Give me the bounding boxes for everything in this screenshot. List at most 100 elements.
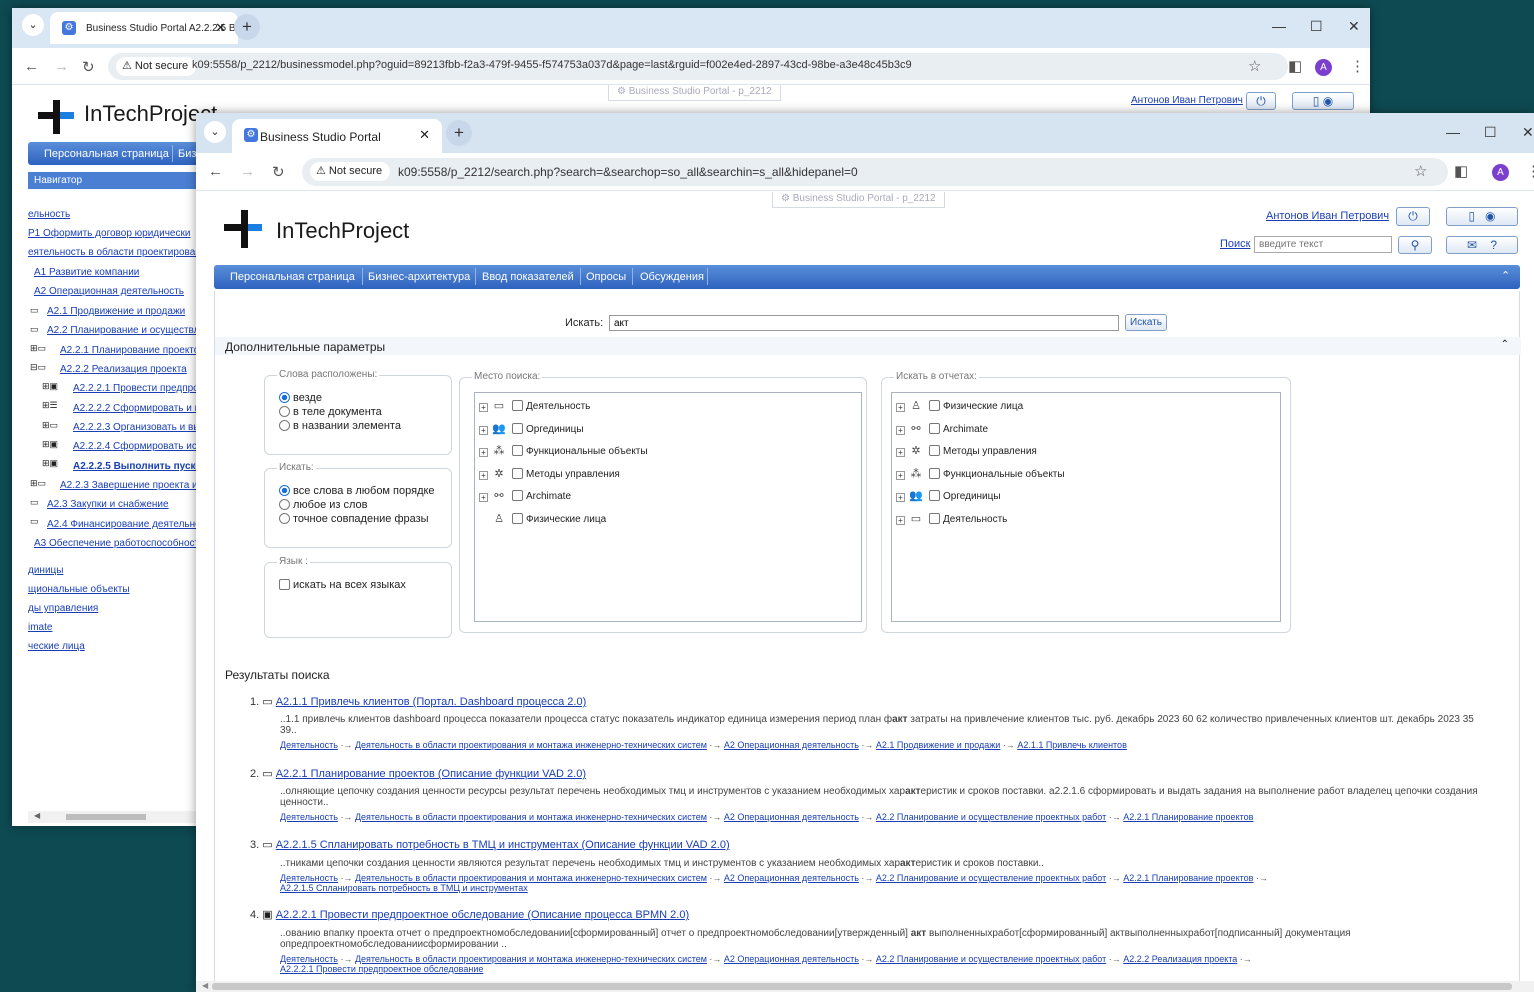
radio-exact-phrase[interactable]: точное совпадение фразы [279,513,429,525]
search-submit-button[interactable]: Искать [1125,314,1167,331]
search-link[interactable]: Поиск [1220,238,1250,250]
checkbox-icon[interactable] [929,468,940,479]
collapse-menu-icon[interactable]: ⌃ [1501,269,1510,282]
report-item-activity[interactable]: + ▭ Деятельность [896,512,1007,525]
tree-item[interactable]: А2.2.3 Завершение проекта и [60,480,198,491]
forward-arrow-icon[interactable]: → [54,58,69,75]
menu-surveys[interactable]: Опросы [586,271,626,283]
checkbox-icon[interactable] [512,445,523,456]
mobile-view-button[interactable]: ▯ ◉ [1446,207,1518,226]
location-item-archimate[interactable]: + ⚯ Archimate [479,489,571,502]
all-languages-checkbox[interactable]: искать на всех языках [279,579,406,591]
breadcrumb-link[interactable]: А2.2.2 Реализация проекта [1123,954,1237,964]
tree-item[interactable]: А2.3 Закупки и снабжение [47,499,169,510]
not-secure-badge[interactable]: ⚠ Not secure [116,57,197,76]
expand-icon[interactable]: + [479,426,488,435]
tree-item[interactable]: Р1 Оформить договор юридически [28,228,190,239]
mail-button[interactable]: ✉ ? [1446,236,1518,254]
checkbox-icon[interactable] [929,513,940,524]
back-logout-button[interactable]: ⏻ [1246,92,1276,110]
location-item-functional-objects[interactable]: + ⁂ Функциональные объекты [479,444,648,457]
checkbox-icon[interactable] [512,423,523,434]
checkbox-icon[interactable] [279,579,290,590]
menu-indicators-input[interactable]: Ввод показателей [482,271,574,283]
tree-item[interactable]: А2.2.1 Планирование проекто [60,345,199,356]
checkbox-icon[interactable] [512,490,523,501]
scroll-left-icon[interactable]: ◀ [202,981,208,990]
breadcrumb-link[interactable]: А2.1.1 Привлечь клиентов [1017,740,1127,750]
tree-item[interactable]: А2.1 Продвижение и продажи [47,306,185,317]
checkbox-icon[interactable] [929,445,940,456]
breadcrumb-link[interactable]: А2.2.2.1 Провести предпроектное обследов… [280,964,483,974]
expand-icon[interactable]: + [896,516,905,525]
minimize-icon[interactable]: — [1272,18,1286,34]
back-user-link[interactable]: Антонов Иван Петрович [1131,95,1243,106]
breadcrumb-link[interactable]: А2 Операционная деятельность [724,740,859,750]
minimize-icon[interactable]: — [1446,124,1460,140]
expand-icon[interactable]: + [896,426,905,435]
radio-icon[interactable] [279,499,290,510]
breadcrumb-link[interactable]: А2.2.1 Планирование проектов [1123,873,1253,883]
location-item-management-methods[interactable]: + ✲ Методы управления [479,467,620,480]
back-address-bar[interactable]: ⚠ Not secure k09:5558/p_2212/businessmod… [108,53,1288,80]
radio-document-body[interactable]: в теле документа [279,406,382,418]
tree-item[interactable]: А2 Операционная деятельность [34,286,184,297]
tree-item[interactable]: ды управления [28,603,98,614]
scroll-thumb[interactable] [66,814,146,820]
breadcrumb-link[interactable]: А2.2.1.5 Спланировать потребность в ТМЦ … [280,883,528,893]
report-item-archimate[interactable]: + ⚯ Archimate [896,422,988,435]
new-tab-button[interactable]: + [234,14,260,40]
collapse-icon[interactable]: ⊟▭ [30,362,46,373]
radio-selected-icon[interactable] [279,392,290,403]
tree-item[interactable]: А2.2.2.2 Сформировать и п [73,403,200,414]
location-item-persons[interactable]: ♙ Физические лица [479,512,606,525]
front-tab[interactable]: ⚙ Business Studio Portal ✕ [232,119,442,153]
radio-icon[interactable] [279,420,290,431]
search-query-input[interactable] [609,315,1119,331]
tree-item[interactable]: А2.2.2.1 Провести предпро [73,383,199,394]
menu-kebab-icon[interactable]: ⋮ [1526,162,1534,180]
scroll-left-icon[interactable]: ◀ [34,811,40,820]
back-arrow-icon[interactable]: ← [24,58,39,75]
breadcrumb-link[interactable]: Деятельность в области проектирования и … [355,954,707,964]
breadcrumb-link[interactable]: А2 Операционная деятельность [724,873,859,883]
advanced-params-header[interactable]: Дополнительные параметры ⌃ [215,337,1521,355]
tree-item[interactable]: А3 Обеспечение работоспособност [34,538,199,549]
breadcrumb-link[interactable]: Деятельность [280,954,338,964]
expand-icon[interactable]: + [479,448,488,457]
breadcrumb-link[interactable]: А2 Операционная деятельность [724,812,859,822]
breadcrumb-link[interactable]: А2.2 Планирование и осуществление проект… [876,812,1106,822]
expand-icon[interactable]: + [479,403,488,412]
radio-all-words[interactable]: все слова в любом порядке [279,485,435,497]
report-item-management-methods[interactable]: + ✲ Методы управления [896,444,1037,457]
header-search-input[interactable] [1254,236,1392,253]
tab-search-button[interactable]: ⌄ [204,121,226,143]
expand-icon[interactable]: + [479,493,488,502]
back-horizontal-scrollbar[interactable]: ◀ [28,811,212,823]
forward-arrow-icon[interactable]: → [240,163,255,180]
maximize-icon[interactable]: ☐ [1310,18,1323,35]
checkbox-icon[interactable] [512,468,523,479]
breadcrumb-link[interactable]: А2.2 Планирование и осуществление проект… [876,954,1106,964]
breadcrumb-link[interactable]: Деятельность [280,812,338,822]
report-item-org-units[interactable]: + 👥 Оргединицы [896,489,1001,502]
logout-button[interactable]: ⏻ [1396,207,1430,226]
tree-item[interactable]: диницы [28,565,63,576]
expand-icon[interactable]: ⊞▭ [30,478,46,489]
result-title-link[interactable]: А2.2.2.1 Провести предпроектное обследов… [276,909,689,921]
not-secure-badge[interactable]: ⚠ Not secure [310,162,391,181]
profile-avatar[interactable]: A [1492,164,1509,181]
expand-icon[interactable]: ⊞▭ [30,343,46,354]
checkbox-icon[interactable] [929,490,940,501]
menu-personal-page[interactable]: Персональная страница [230,271,355,283]
breadcrumb-link[interactable]: Деятельность [280,873,338,883]
location-item-org-units[interactable]: + 👥 Оргединицы [479,422,584,435]
side-panel-icon[interactable]: ◧ [1288,57,1302,75]
result-title-link[interactable]: А2.2.1 Планирование проектов (Описание ф… [276,768,586,780]
back-mobile-button[interactable]: ▯ ◉ [1292,92,1354,110]
radio-icon[interactable] [279,513,290,524]
breadcrumb-link[interactable]: А2 Операционная деятельность [724,954,859,964]
report-item-persons[interactable]: + ♙ Физические лица [896,399,1023,412]
user-link[interactable]: Антонов Иван Петрович [1266,210,1389,222]
scroll-thumb[interactable] [212,983,1512,990]
